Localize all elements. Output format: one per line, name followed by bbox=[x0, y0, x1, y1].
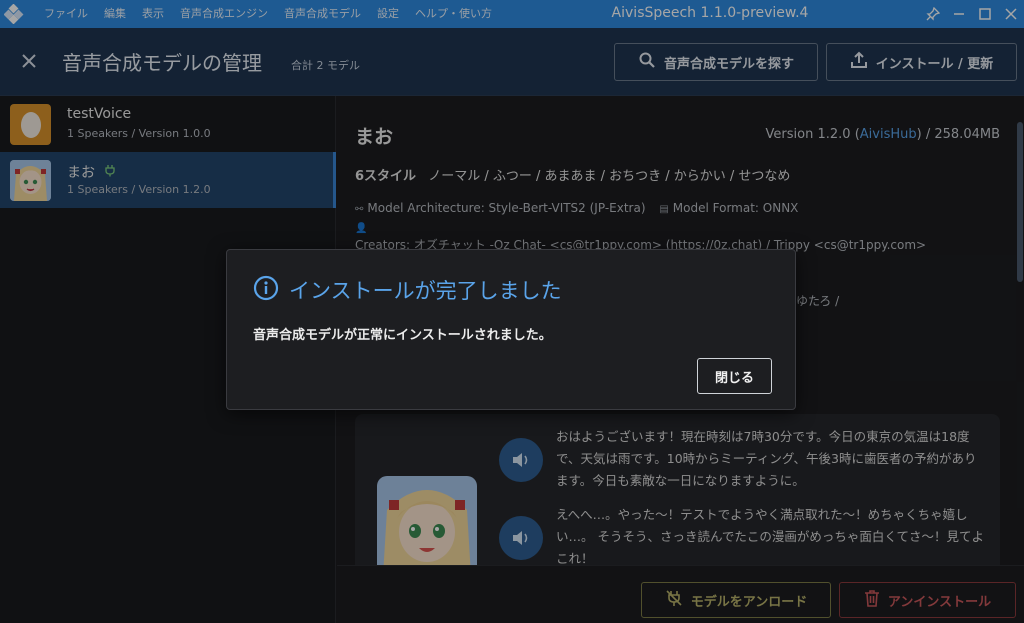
dialog-message: 音声合成モデルが正常にインストールされました。 bbox=[253, 328, 552, 343]
install-complete-dialog: インストールが完了しました 音声合成モデルが正常にインストールされました。 閉じ… bbox=[226, 249, 796, 410]
info-icon bbox=[253, 275, 279, 305]
dialog-close-button[interactable]: 閉じる bbox=[697, 358, 772, 394]
dialog-header: インストールが完了しました bbox=[253, 275, 562, 305]
dialog-title: インストールが完了しました bbox=[289, 279, 562, 303]
